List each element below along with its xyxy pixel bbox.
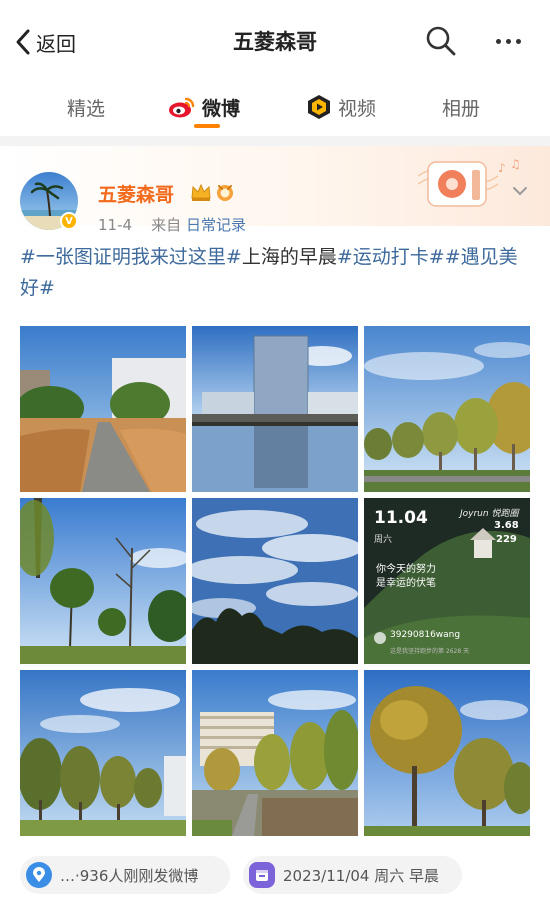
tab-video[interactable]: 视频	[306, 92, 376, 122]
image-grid: 11.04 周六 Joyrun 悦跑圈 3.68 229 你今天的努力 是幸运的…	[20, 326, 530, 838]
cloudy-sky-photo[interactable]	[192, 498, 358, 664]
back-label: 返回	[36, 31, 76, 56]
app-brand: Joyrun 悦跑圈	[460, 509, 519, 519]
member-badge-icon	[217, 185, 233, 201]
tab-album[interactable]: 相册	[442, 92, 480, 122]
top-bar: 返回 五菱森哥	[0, 0, 550, 80]
app-quote-line2: 是幸运的伏笔	[376, 578, 436, 589]
search-icon	[426, 26, 456, 56]
tab-label: 微博	[202, 97, 241, 120]
park-trees-photo[interactable]	[20, 498, 186, 664]
calendar-icon	[249, 862, 275, 888]
active-tab-indicator	[194, 124, 220, 128]
post-username[interactable]: 五菱森哥	[98, 180, 174, 207]
office-building-photo[interactable]	[192, 670, 358, 836]
app-weekday: 周六	[374, 535, 393, 545]
post-text: #一张图证明我来过这里#上海的早晨#运动打卡##遇见美好#	[20, 242, 535, 304]
tab-label: 相册	[442, 97, 481, 120]
video-icon	[308, 95, 330, 119]
location-pill[interactable]: …·936人刚刚发微博	[20, 856, 230, 894]
tab-label: 视频	[338, 97, 377, 120]
more-dots-icon	[495, 38, 501, 44]
date-pill[interactable]: 2023/11/04 周六 早晨	[243, 856, 462, 894]
app-stat-calories: 229	[496, 534, 517, 545]
app-username: 39290816wang	[390, 630, 461, 640]
date-text: 2023/11/04 周六 早晨	[283, 866, 439, 885]
post-card: V 五菱森哥 11-4 来自 日常记录 ♪ ♫ #一张图证明我来过这里#上海的早…	[0, 146, 550, 903]
profile-tabs: 精选 微博 视频 相册	[0, 80, 550, 136]
weibo-logo-icon	[169, 97, 195, 118]
back-button[interactable]: 返回	[14, 24, 76, 60]
tab-label: 精选	[67, 97, 106, 120]
location-pin-icon	[26, 862, 52, 888]
music-decoration-icon: ♪ ♫	[418, 157, 521, 207]
app-stat-distance: 3.68	[494, 520, 519, 531]
svg-text:♫: ♫	[510, 157, 521, 171]
post-date: 11-4	[98, 216, 133, 234]
more-button[interactable]	[490, 24, 526, 58]
grass-path-photo[interactable]	[20, 326, 186, 492]
app-quote-line1: 你今天的努力	[376, 564, 436, 575]
app-footer: 这是我坚持跑步的第 2628 天	[390, 648, 470, 655]
chevron-left-icon	[16, 29, 30, 55]
location-text: …·936人刚刚发微博	[60, 866, 199, 885]
tab-featured[interactable]: 精选	[67, 92, 105, 122]
app-date: 11.04	[374, 508, 428, 528]
crown-badge-icon	[191, 183, 211, 201]
chevron-down-icon[interactable]	[512, 184, 528, 198]
post-meta: 11-4 来自 日常记录	[98, 214, 246, 235]
building-reflection-photo[interactable]	[192, 326, 358, 492]
street-trees-photo[interactable]	[20, 670, 186, 836]
post-plain-text: 上海的早晨	[241, 246, 337, 268]
hashtag-link[interactable]: #运动打卡#	[337, 246, 445, 268]
post-source-prefix: 来自	[151, 216, 182, 234]
page-title: 五菱森哥	[233, 30, 317, 54]
jayrun-app-screenshot[interactable]: 11.04 周六 Joyrun 悦跑圈 3.68 229 你今天的努力 是幸运的…	[364, 498, 530, 664]
golden-tree-photo[interactable]	[364, 670, 530, 836]
hashtag-link[interactable]: #一张图证明我来过这里#	[20, 246, 242, 268]
search-button[interactable]	[424, 24, 458, 58]
tab-weibo[interactable]: 微博	[168, 92, 240, 122]
post-source[interactable]: 日常记录	[186, 216, 246, 234]
verified-badge-icon: V	[60, 212, 78, 230]
tree-row-photo[interactable]	[364, 326, 530, 492]
app-user-avatar	[374, 632, 386, 644]
svg-text:♪: ♪	[498, 161, 506, 175]
